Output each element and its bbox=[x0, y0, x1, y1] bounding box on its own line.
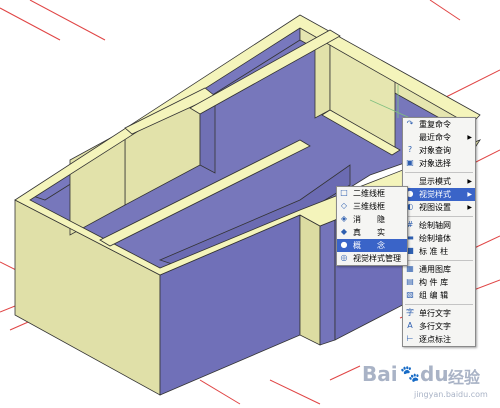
menu-item-label: 绘制轴网 bbox=[419, 221, 451, 230]
menu-item-label: 消 隐 bbox=[353, 215, 385, 224]
realistic-icon: ◆ bbox=[340, 227, 348, 236]
menu-item[interactable]: ■ 标 准 柱 bbox=[403, 245, 475, 258]
menu-separator bbox=[405, 216, 473, 217]
menu-separator bbox=[405, 172, 473, 173]
submenu-arrow-icon: ▶ bbox=[467, 178, 472, 185]
menu-item-label: 构 件 库 bbox=[419, 278, 449, 287]
select-icon: ▣ bbox=[406, 158, 414, 167]
menu-item-label: 视觉样式管理 bbox=[353, 254, 401, 263]
menu-item[interactable]: ● 概 念 bbox=[337, 239, 407, 252]
submenu-arrow-icon: ▶ bbox=[467, 204, 472, 211]
menu-separator bbox=[405, 260, 473, 261]
menu-item[interactable]: 最近命令 ▶ bbox=[403, 131, 475, 144]
menu-item[interactable]: ? 对象查询 bbox=[403, 144, 475, 157]
menu-item[interactable]: ▧ 组 编 辑 bbox=[403, 289, 475, 302]
menu-item[interactable]: ↷ 重复命令 bbox=[403, 118, 475, 131]
menu-item-label: 真 实 bbox=[353, 228, 385, 237]
menu-item[interactable]: ◆ 真 实 bbox=[337, 226, 407, 239]
cad-viewport[interactable]: ↷ 重复命令 最近命令 ▶? 对象查询 ▣ 对象选择 显示模式 ▶ ● 视觉样式 ▶ ◐ 视图设置 ▶ # 绘制… bbox=[0, 0, 500, 408]
menu-item-label: 视觉样式 bbox=[419, 190, 451, 199]
watermark-url: jingyan.baidu.com bbox=[414, 390, 488, 399]
menu-item[interactable]: ◎ 视觉样式管理 bbox=[337, 252, 407, 265]
menu-item[interactable]: ◇ 三维线框 bbox=[337, 200, 407, 213]
menu-separator bbox=[405, 304, 473, 305]
single-text-icon: 字 bbox=[406, 308, 414, 317]
menu-item-label: 概 念 bbox=[353, 241, 385, 250]
menu-item-label: 单行文字 bbox=[419, 309, 451, 318]
baidu-watermark: Bai 🐾 du 经验 jingyan.baidu.com bbox=[362, 362, 500, 406]
menu-item-label: 组 编 辑 bbox=[419, 291, 449, 300]
submenu-arrow-icon: ▶ bbox=[467, 134, 472, 141]
menu-item-label: 多行文字 bbox=[419, 322, 451, 331]
menu-item[interactable]: ◈ 消 隐 bbox=[337, 213, 407, 226]
component-icon: ▤ bbox=[406, 277, 414, 286]
menu-item[interactable]: ▬ 绘制墙体 bbox=[403, 232, 475, 245]
menu-item[interactable]: 字单行文字 bbox=[403, 307, 475, 320]
multi-text-icon: A bbox=[407, 321, 413, 330]
menu-item-label: 绘制墙体 bbox=[419, 234, 451, 243]
repeat-icon: ↷ bbox=[406, 119, 414, 128]
watermark-brand2: du bbox=[420, 362, 449, 386]
menu-item-label: 最近命令 bbox=[419, 133, 451, 142]
menu-item-label: 重复命令 bbox=[419, 120, 451, 129]
query-icon: ? bbox=[407, 145, 413, 154]
menu-item[interactable]: ◐ 视图设置 ▶ bbox=[403, 201, 475, 214]
menu-item[interactable]: 显示模式 ▶ bbox=[403, 175, 475, 188]
menu-item-label: 对象选择 bbox=[419, 159, 451, 168]
submenu-arrow-icon: ▶ bbox=[467, 191, 472, 198]
menu-item-label: 二维线框 bbox=[353, 189, 385, 198]
wireframe-2d-icon: □ bbox=[340, 188, 348, 197]
wall-stem-front bbox=[319, 219, 336, 346]
hidden-icon: ◈ bbox=[340, 214, 348, 223]
menu-item[interactable]: ▣ 对象选择 bbox=[403, 157, 475, 170]
menu-item[interactable]: □ 二维线框 bbox=[337, 187, 407, 200]
menu-item-label: 标 准 柱 bbox=[419, 247, 449, 256]
watermark-subtitle: 经验 bbox=[448, 368, 481, 387]
menu-item[interactable]: ▤ 构 件 库 bbox=[403, 276, 475, 289]
visual-style-submenu[interactable]: □ 二维线框 ◇ 三维线框 ◈ 消 隐 ◆ 真 实 ● 概 念 ◎ 视觉样式管理 bbox=[336, 186, 408, 266]
wireframe-3d-icon: ◇ bbox=[340, 201, 348, 210]
watermark-brand: Bai bbox=[362, 362, 398, 386]
conceptual-icon: ● bbox=[340, 240, 348, 249]
style-manager-icon: ◎ bbox=[340, 253, 348, 262]
watermark-paw-icon: 🐾 bbox=[400, 364, 420, 383]
menu-item[interactable]: ⊢ 逐点标注 bbox=[403, 333, 475, 346]
context-menu[interactable]: ↷ 重复命令 最近命令 ▶? 对象查询 ▣ 对象选择 显示模式 ▶ ● 视觉样式 ▶ ◐ 视图设置 ▶ # 绘制… bbox=[402, 117, 476, 347]
menu-item-label: 通用图库 bbox=[419, 265, 451, 274]
menu-item-label: 对象查询 bbox=[419, 146, 451, 155]
menu-item[interactable]: ● 视觉样式 ▶ bbox=[403, 188, 475, 201]
menu-item[interactable]: # 绘制轴网 bbox=[403, 219, 475, 232]
menu-item-label: 视图设置 bbox=[419, 203, 451, 212]
menu-item[interactable]: ▦ 通用图库 bbox=[403, 263, 475, 276]
menu-item[interactable]: A 多行文字 bbox=[403, 320, 475, 333]
dimension-icon: ⊢ bbox=[406, 334, 414, 343]
menu-item-label: 三维线框 bbox=[353, 202, 385, 211]
wall-stem-left bbox=[299, 214, 321, 346]
group-edit-icon: ▧ bbox=[406, 290, 414, 299]
menu-item-label: 显示模式 bbox=[419, 177, 451, 186]
menu-item-label: 逐点标注 bbox=[419, 335, 451, 344]
